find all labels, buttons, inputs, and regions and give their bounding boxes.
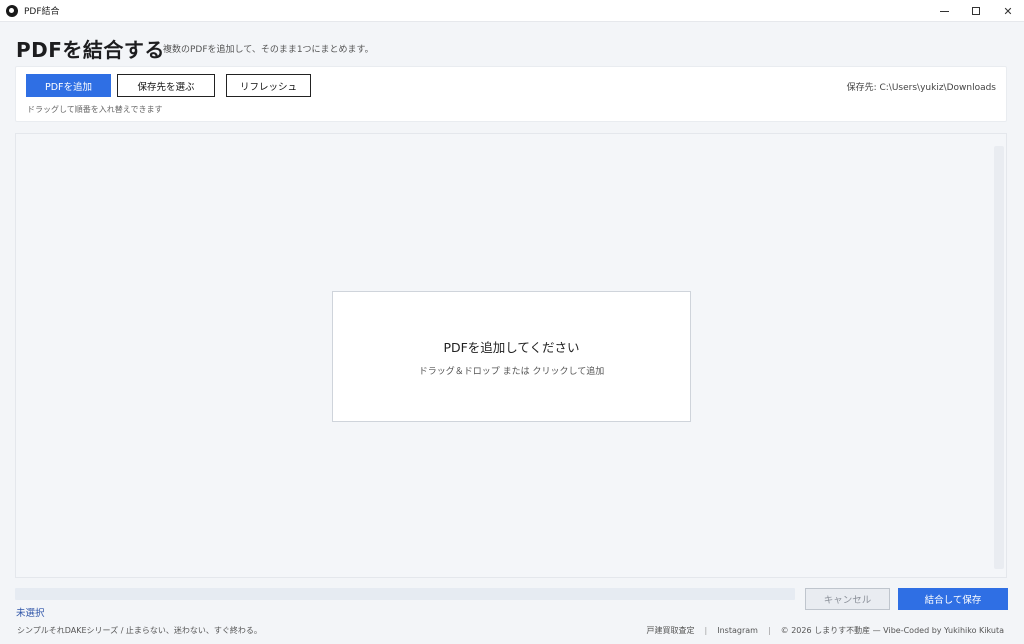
minimize-icon — [939, 10, 949, 12]
reorder-hint: ドラッグして順番を入れ替えできます — [27, 105, 163, 114]
footer-separator: | — [704, 626, 708, 635]
instagram-link[interactable]: Instagram — [717, 626, 758, 635]
drop-zone[interactable]: PDFを追加してください ドラッグ＆ドロップ または クリックして追加 — [332, 291, 691, 422]
add-pdf-button[interactable]: PDFを追加 — [26, 74, 111, 97]
maximize-icon — [972, 7, 980, 15]
window-title: PDF結合 — [24, 7, 60, 17]
cancel-button[interactable]: キャンセル — [805, 588, 890, 610]
footer-separator: | — [767, 626, 771, 635]
drop-zone-subtitle: ドラッグ＆ドロップ または クリックして追加 — [418, 366, 605, 377]
window-controls: ✕ — [928, 0, 1024, 22]
refresh-button[interactable]: リフレッシュ — [226, 74, 311, 97]
app-logo-icon — [6, 4, 18, 17]
toolbar-panel: PDFを追加 保存先を選ぶ リフレッシュ 保存先: C:\Users\yukiz… — [15, 66, 1007, 122]
minimize-button[interactable] — [928, 0, 960, 22]
progress-bar — [15, 588, 795, 600]
title-bar: PDF結合 ✕ — [0, 0, 1024, 22]
close-button[interactable]: ✕ — [992, 0, 1024, 22]
maximize-button[interactable] — [960, 0, 992, 22]
file-list-area[interactable]: PDFを追加してください ドラッグ＆ドロップ または クリックして追加 — [15, 133, 1007, 578]
drop-zone-title: PDFを追加してください — [443, 339, 580, 355]
copyright-text: © 2026 しまりす不動産 — Vibe-Coded by Yukihiko … — [780, 626, 1004, 635]
save-path-label: 保存先: C:\Users\yukiz\Downloads — [846, 83, 996, 93]
status-text: 未選択 — [16, 608, 45, 619]
merge-save-button[interactable]: 結合して保存 — [898, 588, 1008, 610]
close-icon: ✕ — [1003, 4, 1013, 18]
appraisal-link[interactable]: 戸建買取査定 — [647, 625, 695, 636]
footer-links: 戸建買取査定 | Instagram | © 2026 しまりす不動産 — Vi… — [647, 625, 1004, 636]
choose-destination-button[interactable]: 保存先を選ぶ — [117, 74, 215, 97]
page-subtitle: 複数のPDFを追加して、そのまま1つにまとめます。 — [163, 45, 374, 55]
footer-tagline: シンプルそれDAKEシリーズ / 止まらない、迷わない、すぐ終わる。 — [17, 626, 262, 635]
page-title: PDFを結合する — [16, 38, 165, 62]
vertical-scrollbar[interactable] — [994, 146, 1004, 569]
